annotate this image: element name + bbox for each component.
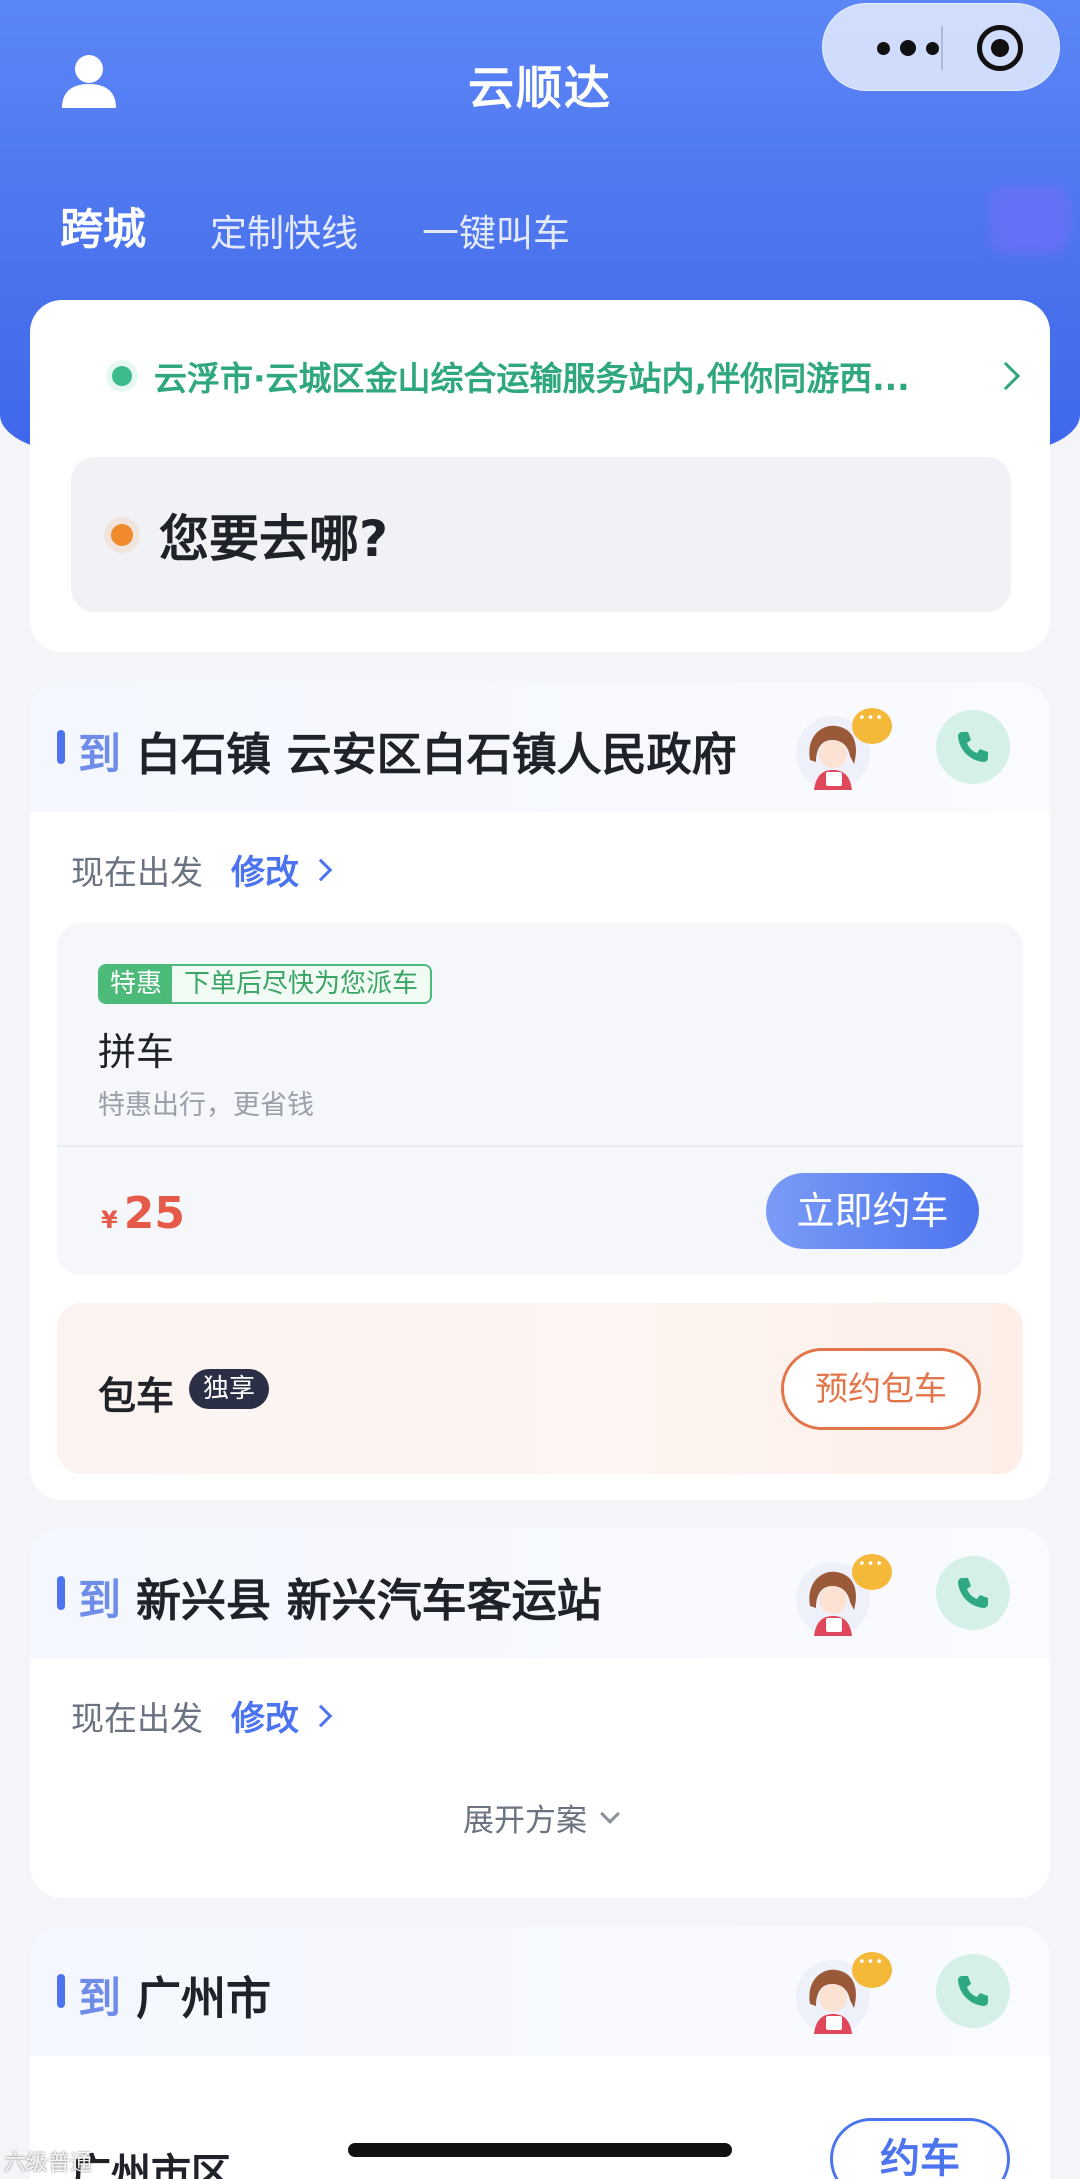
tab-cross-city[interactable]: 跨城: [60, 195, 146, 257]
route-destination: 新兴县 新兴汽车客运站: [136, 1574, 602, 1627]
chat-bubble-icon: [852, 1554, 892, 1590]
destination-input[interactable]: 您要去哪?: [71, 457, 1011, 612]
divider: [57, 1145, 1023, 1147]
book-now-button[interactable]: 立即约车: [766, 1173, 979, 1249]
tab-custom-express[interactable]: 定制快线: [210, 203, 358, 257]
route-to-label: 到: [78, 730, 121, 780]
chevron-right-icon: [309, 1704, 333, 1727]
phone-icon: [958, 1976, 988, 2006]
chat-bubble-icon: [852, 1952, 892, 1988]
badge-special: 特惠: [100, 966, 173, 1002]
route-accent-bar: [57, 730, 65, 764]
carpool-subtitle: 特惠出行，更省钱: [98, 1090, 314, 1121]
tab-one-click-taxi[interactable]: 一键叫车: [422, 203, 570, 257]
target-icon[interactable]: [977, 25, 1023, 71]
chevron-down-icon: [600, 1803, 620, 1824]
capsule-divider: [941, 26, 943, 70]
origin-text: 云浮市·云城区金山综合运输服务站内,伴你同游西...: [154, 359, 910, 398]
city-name: 广州市区: [71, 2151, 231, 2179]
chat-bubble-icon: [852, 708, 892, 744]
carpool-title: 拼车: [98, 1030, 175, 1074]
route-card: 到 广州市 广州市区 约车: [30, 1926, 1050, 2179]
phone-button[interactable]: [936, 710, 1010, 784]
modify-link[interactable]: 修改: [231, 845, 299, 894]
price-value: 25: [123, 1188, 185, 1239]
depart-time-row: 现在出发 修改: [71, 1691, 333, 1740]
location-card: 云浮市·云城区金山综合运输服务站内,伴你同游西... 您要去哪?: [30, 300, 1050, 652]
carpool-price: ¥25: [101, 1188, 185, 1239]
watermark: 六级普通: [4, 2151, 93, 2176]
more-dots-icon[interactable]: [858, 31, 958, 65]
depart-time-label: 现在出发: [71, 1698, 203, 1738]
mini-program-capsule: [822, 3, 1060, 91]
phone-button[interactable]: [936, 1556, 1010, 1630]
phone-icon: [958, 732, 988, 762]
carpool-option: 特惠 下单后尽快为您派车 拼车 特惠出行，更省钱 ¥25 立即约车: [57, 923, 1023, 1275]
route-accent-bar: [57, 1576, 65, 1610]
charter-title: 包车: [98, 1374, 175, 1418]
route-destination: 白石镇 云安区白石镇人民政府: [136, 728, 737, 781]
origin-dot-icon: [112, 366, 132, 386]
tab-bar: 跨城 定制快线 一键叫车: [60, 195, 634, 257]
book-charter-button[interactable]: 预约包车: [781, 1348, 981, 1430]
route-destination: 广州市: [136, 1972, 272, 2025]
discount-badge: 特惠 下单后尽快为您派车: [98, 964, 433, 1004]
depart-time-label: 现在出发: [71, 852, 203, 892]
chevron-right-icon: [309, 858, 333, 881]
destination-placeholder: 您要去哪?: [159, 509, 389, 568]
exclusive-tag: 独享: [189, 1369, 270, 1409]
currency-symbol: ¥: [101, 1206, 118, 1234]
phone-icon: [958, 1578, 988, 1608]
book-ride-button[interactable]: 约车: [830, 2118, 1010, 2179]
route-to-label: 到: [78, 1974, 121, 2024]
expand-options-button[interactable]: 展开方案: [30, 1795, 1050, 1840]
route-to-label: 到: [78, 1576, 121, 1626]
home-indicator: [348, 2143, 732, 2157]
badge-description: 下单后尽快为您派车: [172, 966, 431, 1002]
modify-link[interactable]: 修改: [231, 1691, 299, 1740]
route-accent-bar: [57, 1974, 65, 2008]
destination-dot-icon: [111, 523, 133, 546]
depart-time-row: 现在出发 修改: [71, 845, 333, 894]
chevron-right-icon: [991, 361, 1021, 391]
expand-options-label: 展开方案: [463, 1803, 587, 1839]
route-card: 到 白石镇 云安区白石镇人民政府 现在出发 修改 特惠 下单后尽快为您派车 拼车…: [30, 682, 1050, 1500]
phone-button[interactable]: [936, 1954, 1010, 2028]
tab-glow-decoration: [990, 185, 1070, 255]
charter-option: 包车 独享 预约包车: [57, 1303, 1023, 1474]
origin-row[interactable]: 云浮市·云城区金山综合运输服务站内,伴你同游西...: [112, 352, 1042, 400]
route-card: 到 新兴县 新兴汽车客运站 现在出发 修改 展开方案: [30, 1528, 1050, 1898]
